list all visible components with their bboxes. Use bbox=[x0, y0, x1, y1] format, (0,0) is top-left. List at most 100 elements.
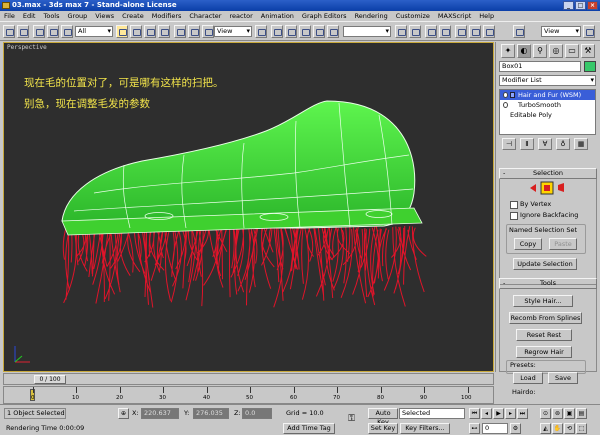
menu-create[interactable]: Create bbox=[122, 11, 144, 21]
material-editor-icon[interactable] bbox=[455, 25, 467, 38]
style-hair-button[interactable]: Style Hair... bbox=[513, 295, 573, 307]
menu-animation[interactable]: Animation bbox=[261, 11, 294, 21]
stack-item-hair-and-fur[interactable]: Hair and Fur (WSM) bbox=[500, 90, 595, 100]
undo-icon[interactable] bbox=[3, 25, 15, 38]
z-coordinate-field[interactable]: 0.0 bbox=[242, 408, 272, 419]
zoom-extents-icon[interactable]: ▣ bbox=[564, 408, 575, 419]
object-name-field[interactable]: Box01 bbox=[499, 61, 581, 72]
select-and-rotate-icon[interactable] bbox=[188, 25, 200, 38]
ignore-backfacing-checkbox[interactable]: Ignore Backfacing bbox=[510, 211, 578, 220]
maximize-viewport-icon[interactable]: ⬚ bbox=[576, 423, 587, 434]
zoom-extents-all-icon[interactable]: ▤ bbox=[576, 408, 587, 419]
menu-modifiers[interactable]: Modifiers bbox=[152, 11, 182, 21]
align-icon[interactable] bbox=[409, 25, 421, 38]
save-preset-button[interactable]: Save bbox=[548, 372, 578, 384]
key-icon[interactable]: ⚿ bbox=[346, 415, 357, 426]
menu-rendering[interactable]: Rendering bbox=[355, 11, 388, 21]
render-scene-icon[interactable] bbox=[469, 25, 481, 38]
spinner-snap-icon[interactable] bbox=[327, 25, 339, 38]
key-mode-toggle-icon[interactable]: ⊷ bbox=[469, 423, 480, 434]
menu-graph-editors[interactable]: Graph Editors bbox=[302, 11, 347, 21]
field-of-view-icon[interactable]: ◭ bbox=[540, 423, 551, 434]
snaps-toggle-icon[interactable] bbox=[285, 25, 297, 38]
reset-rest-button[interactable]: Reset Rest bbox=[516, 329, 572, 341]
view-dropdown[interactable]: View bbox=[541, 26, 581, 37]
schematic-view-icon[interactable] bbox=[439, 25, 451, 38]
select-object-icon[interactable] bbox=[116, 25, 128, 38]
copy-button[interactable]: Copy bbox=[514, 238, 542, 250]
make-unique-icon[interactable]: ∀ bbox=[538, 138, 552, 150]
remove-modifier-icon[interactable]: ♁ bbox=[556, 138, 570, 150]
light-bulb-icon[interactable] bbox=[503, 92, 508, 98]
selection-rollout-header[interactable]: - Selection bbox=[499, 168, 597, 179]
y-coordinate-field[interactable]: 276.035 bbox=[193, 408, 229, 419]
quick-render-icon[interactable] bbox=[483, 25, 495, 38]
modify-tab-icon[interactable]: ◐ bbox=[517, 44, 531, 58]
stack-item-turbosmooth[interactable]: TurboSmooth bbox=[500, 100, 595, 110]
modifier-list-dropdown[interactable]: Modifier List bbox=[499, 75, 596, 86]
unlink-icon[interactable] bbox=[47, 25, 59, 38]
maximize-button[interactable]: □ bbox=[575, 1, 586, 10]
key-filters-button[interactable]: Key Filters... bbox=[400, 423, 450, 434]
display-tab-icon[interactable]: ▭ bbox=[565, 44, 579, 58]
next-frame-icon[interactable]: ▸ bbox=[505, 408, 516, 419]
select-and-link-icon[interactable] bbox=[33, 25, 45, 38]
load-preset-button[interactable]: Load bbox=[513, 372, 543, 384]
key-mode-dropdown[interactable]: Selected bbox=[399, 408, 465, 419]
tools-rollout-header[interactable]: - Tools bbox=[499, 278, 597, 289]
auto-key-button[interactable]: Auto Key bbox=[368, 408, 398, 426]
close-button[interactable]: × bbox=[587, 1, 598, 10]
paste-button[interactable]: Paste bbox=[549, 238, 577, 250]
selection-filter-dropdown[interactable]: All bbox=[75, 26, 113, 37]
menu-help[interactable]: Help bbox=[479, 11, 494, 21]
by-vertex-checkbox[interactable]: By Vertex bbox=[510, 200, 551, 209]
current-frame-field[interactable]: 0 bbox=[482, 423, 508, 434]
menu-group[interactable]: Group bbox=[68, 11, 88, 21]
x-coordinate-field[interactable]: 220.637 bbox=[141, 408, 179, 419]
zoom-all-icon[interactable]: ⊚ bbox=[552, 408, 563, 419]
menu-tools[interactable]: Tools bbox=[43, 11, 59, 21]
select-and-scale-icon[interactable] bbox=[202, 25, 214, 38]
render-last-icon[interactable] bbox=[583, 25, 595, 38]
mirror-icon[interactable] bbox=[395, 25, 407, 38]
rectangular-selection-icon[interactable] bbox=[144, 25, 156, 38]
light-bulb-icon[interactable] bbox=[503, 102, 508, 108]
motion-tab-icon[interactable]: ◎ bbox=[549, 44, 563, 58]
time-configuration-icon[interactable]: ⚙ bbox=[510, 423, 521, 434]
bind-space-warp-icon[interactable] bbox=[61, 25, 73, 38]
zoom-icon[interactable]: ⊙ bbox=[540, 408, 551, 419]
lock-selection-icon[interactable]: ⊕ bbox=[118, 408, 129, 419]
recomb-from-splines-button[interactable]: Recomb From Splines bbox=[509, 312, 582, 324]
add-time-tag-button[interactable]: Add Time Tag bbox=[283, 423, 335, 434]
minimize-button[interactable]: _ bbox=[563, 1, 574, 10]
time-slider[interactable]: 0 / 100 bbox=[34, 375, 66, 384]
menu-views[interactable]: Views bbox=[95, 11, 114, 21]
goto-end-icon[interactable]: ⏭ bbox=[517, 408, 528, 419]
play-icon[interactable]: ▶ bbox=[493, 408, 504, 419]
redo-icon[interactable] bbox=[17, 25, 29, 38]
arc-rotate-icon[interactable]: ⟲ bbox=[564, 423, 575, 434]
set-key-button[interactable]: Set Key bbox=[368, 423, 398, 434]
menu-maxscript[interactable]: MAXScript bbox=[438, 11, 471, 21]
goto-start-icon[interactable]: ⏮ bbox=[469, 408, 480, 419]
menu-customize[interactable]: Customize bbox=[396, 11, 430, 21]
menu-file[interactable]: File bbox=[4, 11, 15, 21]
select-and-move-icon[interactable] bbox=[174, 25, 186, 38]
select-and-manipulate-icon[interactable] bbox=[271, 25, 283, 38]
track-bar[interactable]: 0 10 20 30 40 50 60 70 80 90 100 bbox=[3, 386, 494, 404]
object-color-swatch[interactable] bbox=[584, 61, 596, 72]
pivot-center-icon[interactable] bbox=[255, 25, 267, 38]
previous-frame-icon[interactable]: ◂ bbox=[481, 408, 492, 419]
select-by-name-icon[interactable] bbox=[130, 25, 142, 38]
percent-snap-icon[interactable] bbox=[313, 25, 325, 38]
stack-item-editable-poly[interactable]: Editable Poly bbox=[500, 110, 595, 120]
configure-modifier-sets-icon[interactable]: ▦ bbox=[574, 138, 588, 150]
utilities-tab-icon[interactable]: ⚒ bbox=[581, 44, 595, 58]
regrow-hair-button[interactable]: Regrow Hair bbox=[516, 346, 572, 358]
show-end-result-icon[interactable]: Ⅱ bbox=[520, 138, 534, 150]
create-tab-icon[interactable]: ✦ bbox=[501, 44, 515, 58]
reference-coordinate-dropdown[interactable]: View bbox=[214, 26, 252, 37]
render-type-icon[interactable] bbox=[513, 25, 525, 38]
hierarchy-tab-icon[interactable]: ⚲ bbox=[533, 44, 547, 58]
angle-snap-icon[interactable] bbox=[299, 25, 311, 38]
